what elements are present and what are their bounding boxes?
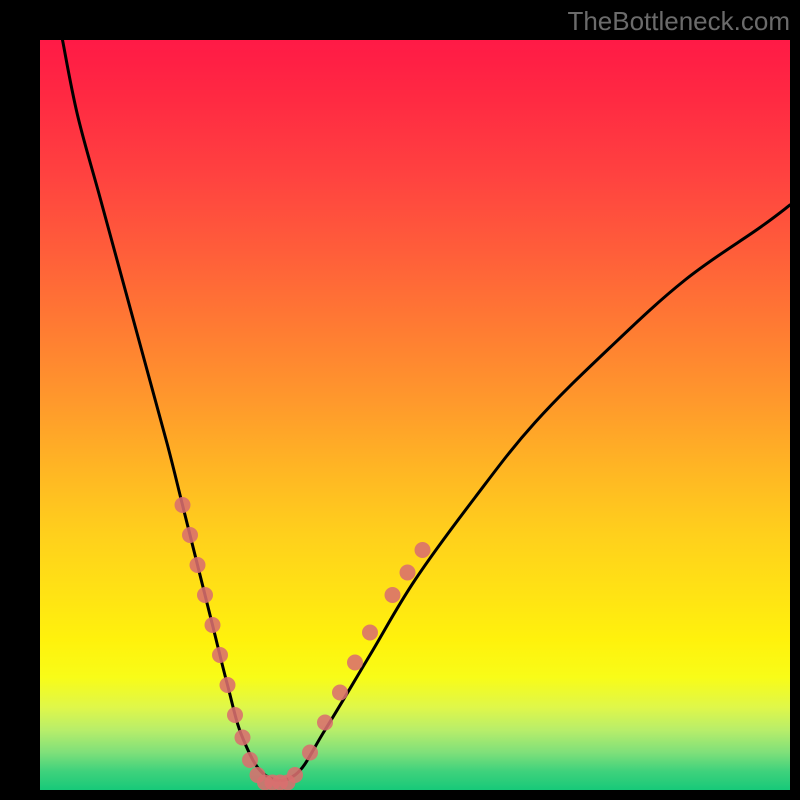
marker-dot — [212, 647, 228, 663]
marker-dot — [362, 625, 378, 641]
marker-dot — [332, 685, 348, 701]
highlighted-points — [175, 497, 431, 790]
marker-dot — [302, 745, 318, 761]
bottleneck-curve — [63, 40, 791, 781]
marker-dot — [182, 527, 198, 543]
marker-dot — [227, 707, 243, 723]
marker-dot — [400, 565, 416, 581]
marker-dot — [317, 715, 333, 731]
marker-dot — [190, 557, 206, 573]
curve-layer — [40, 40, 790, 790]
marker-dot — [235, 730, 251, 746]
bottleneck-curve-path — [63, 40, 791, 781]
marker-dot — [347, 655, 363, 671]
marker-dot — [205, 617, 221, 633]
watermark-text: TheBottleneck.com — [567, 6, 790, 37]
marker-dot — [287, 767, 303, 783]
marker-dot — [242, 752, 258, 768]
plot-area — [40, 40, 790, 790]
marker-dot — [385, 587, 401, 603]
marker-dot — [197, 587, 213, 603]
marker-dot — [220, 677, 236, 693]
marker-dot — [415, 542, 431, 558]
marker-dot — [175, 497, 191, 513]
chart-container: TheBottleneck.com — [0, 0, 800, 800]
